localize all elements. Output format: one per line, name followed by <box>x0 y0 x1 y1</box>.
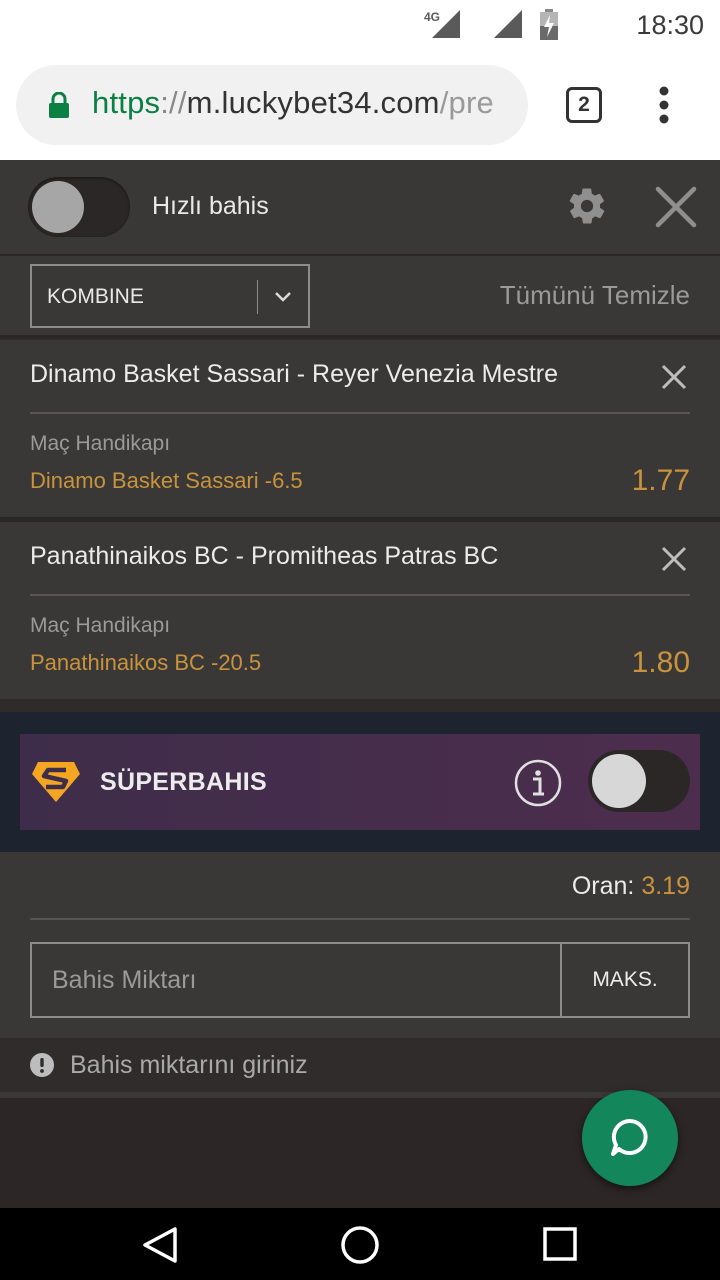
stake-input[interactable] <box>52 966 532 995</box>
toggle-knob <box>592 754 646 808</box>
url-fade <box>488 65 528 145</box>
signal-icon <box>494 10 522 38</box>
stake-warning: Bahis miktarını giriniz <box>0 1038 720 1092</box>
gear-icon[interactable] <box>566 185 608 227</box>
back-icon[interactable] <box>140 1226 180 1264</box>
market-name: Maç Handikapı <box>30 432 171 455</box>
overflow-menu-icon[interactable] <box>658 86 670 124</box>
superbahis-section: SÜPERBAHIS <box>0 712 720 852</box>
tab-switcher-button[interactable]: 2 <box>566 87 602 123</box>
url-scheme: https <box>92 85 161 120</box>
totals-section: Oran: 3.19 MAKS. <box>0 852 720 1038</box>
selection-name: Panathinaikos BC -20.5 <box>30 650 262 675</box>
info-icon[interactable] <box>514 759 562 807</box>
superbahis-toggle[interactable] <box>588 750 690 812</box>
close-betslip-icon[interactable] <box>654 185 698 229</box>
home-icon[interactable] <box>340 1225 380 1265</box>
selection-odds: 1.77 <box>631 464 690 497</box>
total-odds: Oran: 3.19 <box>572 872 690 901</box>
match-name: Panathinaikos BC - Promitheas Patras BC <box>30 542 499 570</box>
address-bar[interactable]: https://m.luckybet34.com/pre <box>16 65 528 145</box>
select-divider <box>257 280 258 314</box>
clear-all-button[interactable]: Tümünü Temizle <box>500 280 690 311</box>
url-host: m.luckybet34.com <box>186 85 440 120</box>
url-text: https://m.luckybet34.com/pre <box>92 85 494 121</box>
signal-4g-icon: 4G <box>424 10 460 38</box>
chat-bubble-icon <box>611 1118 648 1156</box>
market-name: Maç Handikapı <box>30 614 171 637</box>
divider <box>30 594 690 596</box>
remove-bet-icon[interactable] <box>660 363 688 391</box>
url-separator: :// <box>160 85 187 120</box>
system-nav-bar <box>0 1208 720 1280</box>
betslip-header: Hızlı bahis <box>0 160 720 256</box>
recent-apps-icon[interactable] <box>542 1226 578 1262</box>
chevron-down-icon <box>275 292 291 302</box>
network-label: 4G <box>424 10 440 24</box>
quick-bet-toggle[interactable] <box>28 177 130 237</box>
quick-bet-label: Hızlı bahis <box>152 192 269 220</box>
stake-field <box>30 942 560 1018</box>
max-stake-button[interactable]: MAKS. <box>560 942 690 1018</box>
clock: 18:30 <box>636 10 704 40</box>
divider <box>30 918 690 920</box>
match-name: Dinamo Basket Sassari - Reyer Venezia Me… <box>30 360 558 388</box>
toggle-knob <box>32 181 84 233</box>
bet-type-select[interactable]: KOMBINE <box>30 264 310 328</box>
alert-icon <box>30 1053 54 1077</box>
selection-odds: 1.80 <box>631 646 690 679</box>
remove-bet-icon[interactable] <box>660 545 688 573</box>
bet-type-row: KOMBINE Tümünü Temizle <box>0 256 720 338</box>
superbahis-logo-icon <box>32 762 80 802</box>
url-path: /pre <box>439 85 494 120</box>
warning-text: Bahis miktarını giriniz <box>70 1051 308 1079</box>
bet-type-value: KOMBINE <box>47 285 144 308</box>
browser-toolbar: https://m.luckybet34.com/pre 2 <box>0 50 720 160</box>
battery-charging-icon <box>540 9 558 40</box>
lock-icon <box>49 92 69 118</box>
selection-name: Dinamo Basket Sassari -6.5 <box>30 468 303 493</box>
total-odds-label: Oran: <box>571 872 635 900</box>
bet-item: Dinamo Basket Sassari - Reyer Venezia Me… <box>0 340 720 517</box>
status-bar: 4G 18:30 <box>0 0 720 50</box>
chat-button[interactable] <box>582 1090 678 1186</box>
superbahis-label: SÜPERBAHIS <box>100 768 267 796</box>
bet-item: Panathinaikos BC - Promitheas Patras BC … <box>0 522 720 699</box>
total-odds-value: 3.19 <box>641 872 690 900</box>
superbahis-panel: SÜPERBAHIS <box>20 734 700 830</box>
divider <box>30 412 690 414</box>
